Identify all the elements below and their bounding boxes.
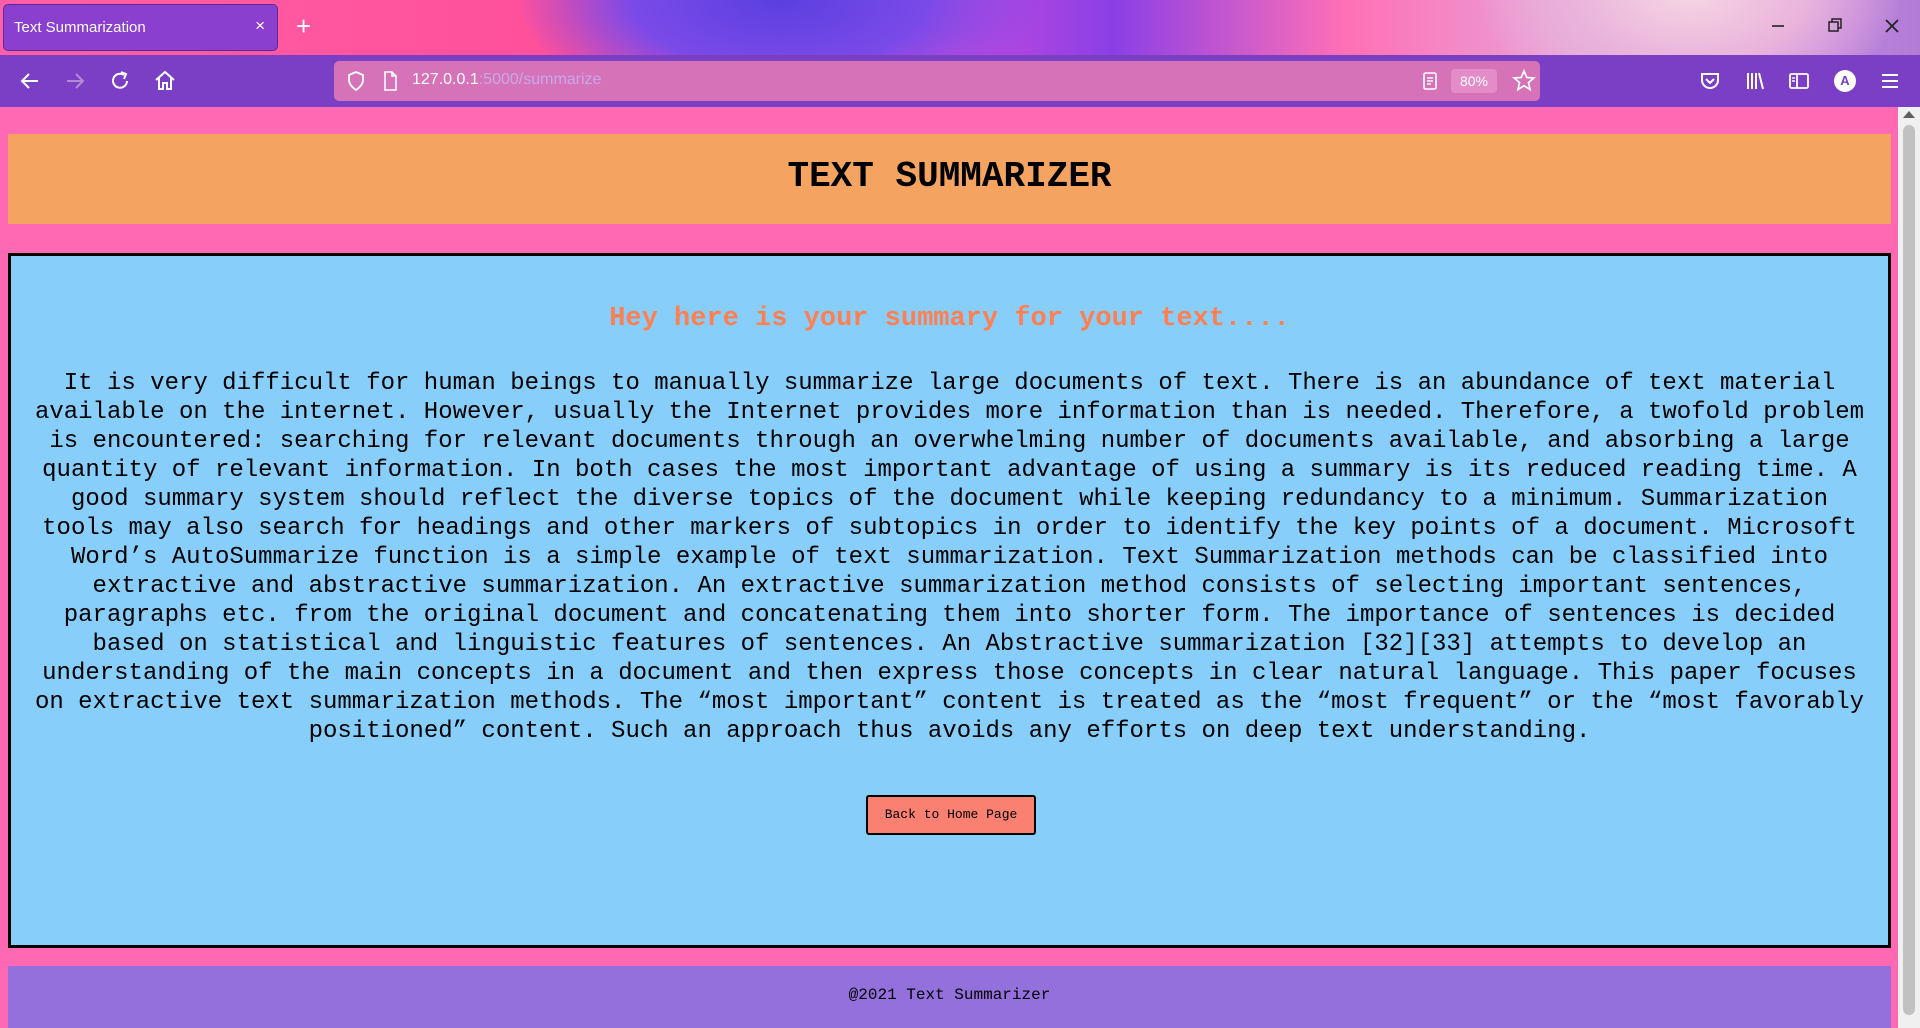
hamburger-menu-icon[interactable] <box>1877 68 1903 94</box>
account-initial: A <box>1840 73 1850 88</box>
tab-title: Text Summarization <box>14 19 146 36</box>
summary-panel: Hey here is your summary for your text..… <box>8 253 1891 948</box>
reload-icon[interactable] <box>107 68 133 94</box>
restore-icon[interactable] <box>1823 14 1847 38</box>
url-text[interactable]: 127.0.0.1:5000/summarize <box>412 71 601 89</box>
browser-titlebar: Text Summarization × + <box>0 0 1920 55</box>
url-host: 127.0.0.1 <box>412 71 479 88</box>
page-header: TEXT SUMMARIZER <box>8 134 1891 224</box>
library-icon[interactable] <box>1742 68 1768 94</box>
url-bar[interactable]: 127.0.0.1:5000/summarize 80% <box>334 61 1540 101</box>
shield-icon[interactable] <box>344 69 368 93</box>
scroll-up-arrow-icon[interactable] <box>1903 111 1915 118</box>
reader-view-icon[interactable] <box>1418 69 1442 93</box>
zoom-level-badge[interactable]: 80% <box>1451 69 1497 93</box>
footer-copyright: @2021 Text Summarizer <box>848 986 1051 1004</box>
page-scrollbar[interactable] <box>1898 107 1920 1028</box>
close-window-icon[interactable] <box>1880 14 1904 38</box>
page-icon <box>384 71 397 91</box>
summary-heading: Hey here is your summary for your text..… <box>609 304 1290 334</box>
forward-arrow-icon[interactable] <box>62 68 88 94</box>
url-path: :5000/summarize <box>478 71 602 88</box>
pocket-icon[interactable] <box>1697 68 1723 94</box>
home-icon[interactable] <box>152 68 178 94</box>
page-title: TEXT SUMMARIZER <box>787 156 1112 197</box>
star-icon[interactable] <box>1511 68 1537 94</box>
browser-navbar: 127.0.0.1:5000/summarize 80% A <box>0 55 1920 107</box>
minimize-icon[interactable] <box>1766 14 1790 38</box>
sidebar-icon[interactable] <box>1786 68 1812 94</box>
page-footer: @2021 Text Summarizer <box>8 966 1891 1028</box>
summary-text: It is very difficult for human beings to… <box>34 370 1865 745</box>
browser-tab[interactable]: Text Summarization × <box>3 4 278 51</box>
account-icon[interactable]: A <box>1834 70 1856 92</box>
back-arrow-icon[interactable] <box>17 68 43 94</box>
page-viewport: TEXT SUMMARIZER Hey here is your summary… <box>0 107 1898 1028</box>
back-to-home-button[interactable]: Back to Home Page <box>866 795 1036 835</box>
titlebar-decoration <box>520 0 1040 55</box>
scrollbar-thumb[interactable] <box>1903 125 1915 1015</box>
tab-close-icon[interactable]: × <box>255 17 265 34</box>
new-tab-button[interactable]: + <box>296 13 311 39</box>
